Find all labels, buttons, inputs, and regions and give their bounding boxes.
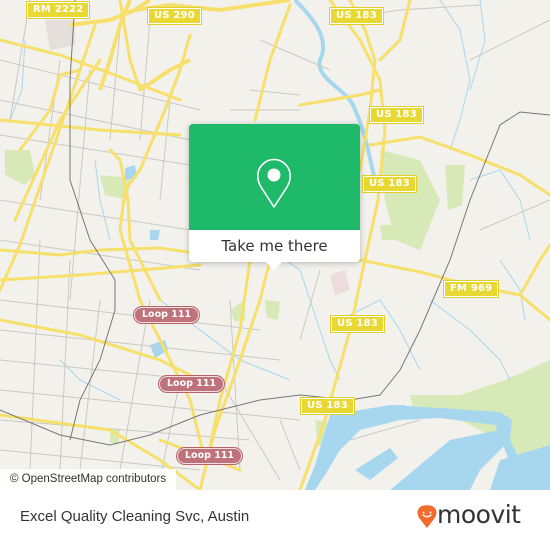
highway-shield-us-183: US 183 [330,315,385,333]
place-name: Excel Quality Cleaning Svc, Austin [20,508,250,525]
map-attribution[interactable]: © OpenStreetMap contributors [0,469,177,490]
popup-pointer [265,261,283,270]
map-pin-icon [257,158,291,208]
location-popup: Take me there [189,124,360,270]
loop-shield-111: Loop 111 [134,307,200,323]
highway-shield-us-183: US 183 [362,175,417,193]
moovit-logo-icon [417,505,437,528]
popup-header [189,124,360,230]
highway-shield-us-183: US 183 [300,397,355,415]
moovit-brand[interactable]: moovit [437,500,521,529]
highway-shield-rm-2222: RM 2222 [25,1,91,19]
highway-shield-fm-969: FM 969 [442,280,500,298]
highway-shield-us-183: US 183 [329,7,384,25]
highway-shield-us-183: US 183 [369,106,424,124]
loop-shield-111: Loop 111 [159,376,225,392]
map-view[interactable]: RM 2222 US 290 US 183 US 183 US 183 FM 9… [0,0,550,490]
take-me-there-button[interactable]: Take me there [189,230,360,262]
loop-shield-111: Loop 111 [177,448,243,464]
highway-shield-us-290: US 290 [147,7,202,25]
